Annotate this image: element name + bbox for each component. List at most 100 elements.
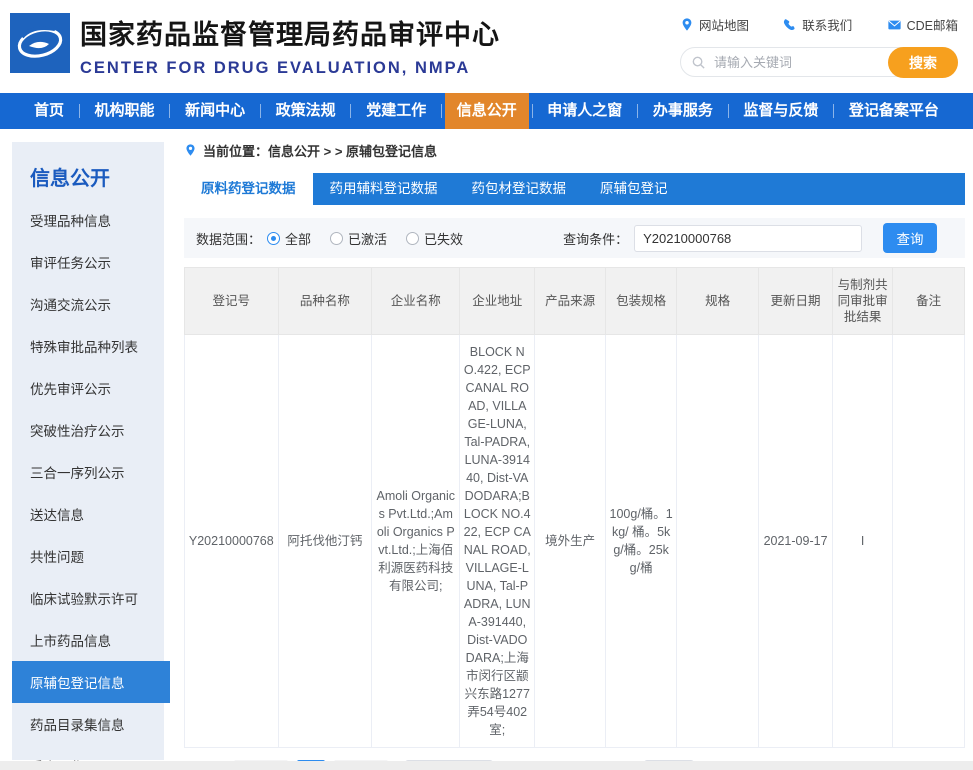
nav-divider	[532, 104, 533, 118]
query-condition-input[interactable]	[634, 225, 862, 252]
cde-mail-label: CDE邮箱	[907, 15, 958, 34]
sidebar-title: 信息公开	[12, 162, 164, 191]
breadcrumb-text: 当前位置：信息公开 > > 原辅包登记信息	[203, 141, 437, 160]
nav-divider	[833, 104, 834, 118]
nav-item-party-building[interactable]: 党建工作	[354, 93, 438, 129]
col-company-address: 企业地址	[460, 268, 535, 335]
sidebar-item-communication[interactable]: 沟通交流公示	[12, 283, 164, 325]
radio-expired-dot	[406, 232, 419, 245]
sidebar-item-raw-material-registration[interactable]: 原辅包登记信息	[12, 661, 170, 703]
table-header-row: 登记号 品种名称 企业名称 企业地址 产品来源 包装规格 规格 更新日期 与制剂…	[185, 268, 965, 335]
sidebar-item-breakthrough-therapy[interactable]: 突破性治疗公示	[12, 409, 164, 451]
brand: 国家药品监督管理局药品审评中心 CENTER FOR DRUG EVALUATI…	[80, 13, 500, 78]
sidebar: 信息公开 受理品种信息 审评任务公示 沟通交流公示 特殊审批品种列表 优先审评公…	[12, 142, 164, 760]
sidebar-item-priority-review[interactable]: 优先审评公示	[12, 367, 164, 409]
quick-links: 网站地图 联系我们 CDE邮箱	[680, 15, 958, 34]
sidebar-item-accepted-varieties[interactable]: 受理品种信息	[12, 199, 164, 241]
radio-expired-label: 已失效	[424, 229, 463, 248]
cell-spec	[677, 335, 759, 748]
nav-item-services[interactable]: 办事服务	[641, 93, 725, 129]
col-remarks: 备注	[893, 268, 965, 335]
tab-raw-material-registration[interactable]: 原辅包登记	[583, 173, 685, 205]
page: 国家药品监督管理局药品审评中心 CENTER FOR DRUG EVALUATI…	[0, 0, 973, 770]
nav-divider	[79, 104, 80, 118]
scope-radio-group: 全部 已激活 已失效	[267, 229, 463, 248]
breadcrumb-pin-icon	[184, 143, 197, 157]
radio-expired[interactable]: 已失效	[406, 229, 463, 248]
nav-item-registration-platform[interactable]: 登记备案平台	[837, 93, 951, 129]
sidebar-item-review-tasks[interactable]: 审评任务公示	[12, 241, 164, 283]
tab-packaging-registration-data[interactable]: 药包材登记数据	[455, 173, 584, 205]
sidebar-item-common-issues[interactable]: 共性问题	[12, 535, 164, 577]
header-right: 网站地图 联系我们 CDE邮箱	[680, 15, 958, 77]
sidebar-item-delivery-info[interactable]: 送达信息	[12, 493, 164, 535]
site-search-button[interactable]: 搜索	[888, 47, 958, 78]
nav-item-policy[interactable]: 政策法规	[264, 93, 348, 129]
location-pin-icon	[680, 17, 694, 32]
breadcrumb: 当前位置：信息公开 > > 原辅包登记信息	[184, 139, 965, 161]
sidebar-item-clinical-trial-license[interactable]: 临床试验默示许可	[12, 577, 164, 619]
registration-table: 登记号 品种名称 企业名称 企业地址 产品来源 包装规格 规格 更新日期 与制剂…	[184, 267, 965, 748]
contact-link[interactable]: 联系我们	[783, 15, 852, 34]
query-condition-label: 查询条件：	[563, 229, 628, 248]
nav-divider	[441, 104, 442, 118]
col-product-source: 产品来源	[535, 268, 606, 335]
cde-logo-icon	[10, 13, 70, 73]
nav-divider	[350, 104, 351, 118]
sitemap-link[interactable]: 网站地图	[680, 15, 749, 34]
tab-bar: 原料药登记数据 药用辅料登记数据 药包材登记数据 原辅包登记	[184, 173, 965, 205]
nav-item-info-disclosure[interactable]: 信息公开	[445, 93, 529, 129]
site-search-bar: 搜索	[680, 47, 958, 77]
sitemap-label: 网站地图	[699, 15, 749, 34]
table-row: Y20210000768 阿托伐他汀钙 Amoli Organics Pvt.L…	[185, 335, 965, 748]
search-icon	[691, 55, 706, 70]
phone-icon	[783, 18, 797, 32]
radio-all-dot	[267, 232, 280, 245]
sidebar-item-special-approval-list[interactable]: 特殊审批品种列表	[12, 325, 164, 367]
site-subtitle: CENTER FOR DRUG EVALUATION, NMPA	[80, 59, 500, 78]
tab-api-registration-data[interactable]: 原料药登记数据	[184, 173, 313, 205]
query-button[interactable]: 查询	[883, 223, 937, 253]
radio-activated[interactable]: 已激活	[330, 229, 387, 248]
nav-divider	[728, 104, 729, 118]
radio-activated-label: 已激活	[348, 229, 387, 248]
cell-remarks	[893, 335, 965, 748]
col-update-date: 更新日期	[759, 268, 833, 335]
main-nav: 首页 机构职能 新闻中心 政策法规 党建工作 信息公开 申请人之窗 办事服务 监…	[0, 93, 973, 129]
main-panel: 当前位置：信息公开 > > 原辅包登记信息 原料药登记数据 药用辅料登记数据 药…	[184, 139, 965, 770]
radio-activated-dot	[330, 232, 343, 245]
sidebar-item-drug-catalog[interactable]: 药品目录集信息	[12, 703, 164, 745]
col-registration-no: 登记号	[185, 268, 279, 335]
site-header: 国家药品监督管理局药品审评中心 CENTER FOR DRUG EVALUATI…	[0, 0, 973, 93]
radio-all-label: 全部	[285, 229, 311, 248]
nav-divider	[637, 104, 638, 118]
col-packaging-spec: 包装规格	[606, 268, 677, 335]
site-title: 国家药品监督管理局药品审评中心	[80, 13, 500, 52]
col-spec: 规格	[677, 268, 759, 335]
cell-company-address: BLOCK NO.422, ECP CANAL ROAD, VILLAGE-LU…	[460, 335, 535, 748]
nav-item-home[interactable]: 首页	[22, 93, 76, 129]
nav-item-organization[interactable]: 机构职能	[83, 93, 167, 129]
nav-item-supervision-feedback[interactable]: 监督与反馈	[731, 93, 830, 129]
sidebar-item-marketed-drugs[interactable]: 上市药品信息	[12, 619, 164, 661]
content: 信息公开 受理品种信息 审评任务公示 沟通交流公示 特殊审批品种列表 优先审评公…	[0, 129, 973, 770]
cde-mail-link[interactable]: CDE邮箱	[887, 15, 958, 34]
envelope-icon	[887, 18, 902, 32]
col-company-name: 企业名称	[372, 268, 460, 335]
contact-label: 联系我们	[802, 15, 852, 34]
col-variety-name: 品种名称	[278, 268, 372, 335]
sidebar-item-three-in-one-sequence[interactable]: 三合一序列公示	[12, 451, 164, 493]
scope-label: 数据范围：	[196, 229, 261, 248]
cell-packaging-spec: 100g/桶。1kg/ 桶。5kg/桶。25kg/桶	[606, 335, 677, 748]
cell-product-source: 境外生产	[535, 335, 606, 748]
col-joint-review-result: 与制剂共同审批审批结果	[833, 268, 893, 335]
nav-item-applicant-window[interactable]: 申请人之窗	[535, 93, 634, 129]
cell-joint-review-result: I	[833, 335, 893, 748]
filter-bar: 数据范围： 全部 已激活 已失效 查询条件：	[184, 218, 965, 258]
cell-registration-no: Y20210000768	[185, 335, 279, 748]
nav-item-news[interactable]: 新闻中心	[173, 93, 257, 129]
tab-excipient-registration-data[interactable]: 药用辅料登记数据	[313, 173, 455, 205]
cell-company-name: Amoli Organics Pvt.Ltd.;Amoli Organics P…	[372, 335, 460, 748]
radio-all[interactable]: 全部	[267, 229, 311, 248]
nav-divider	[260, 104, 261, 118]
